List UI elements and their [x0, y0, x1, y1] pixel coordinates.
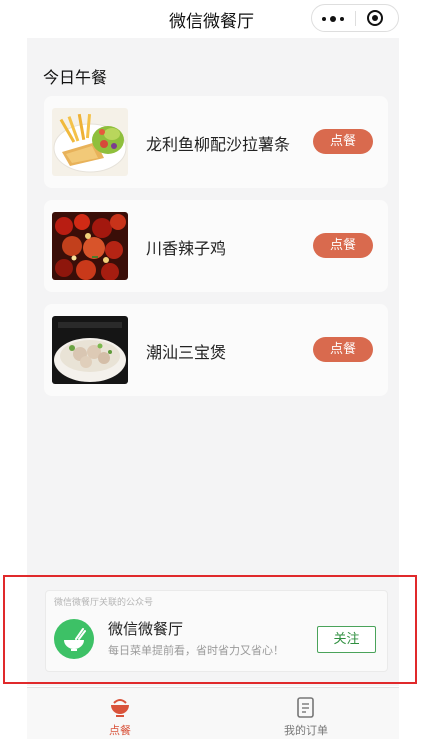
dish-name: 潮汕三宝煲	[146, 343, 227, 362]
more-options-icon[interactable]	[322, 16, 346, 22]
bowl-icon	[110, 697, 130, 719]
miniprogram-capsule	[311, 4, 399, 32]
close-miniprogram-icon[interactable]	[367, 10, 383, 26]
order-button[interactable]: 点餐	[313, 337, 373, 362]
menu-item: 川香辣子鸡 点餐	[44, 200, 388, 292]
dish-name: 川香辣子鸡	[146, 239, 227, 258]
noodle-bowl-icon	[54, 619, 94, 659]
dish-photo	[52, 316, 128, 384]
order-button[interactable]: 点餐	[313, 233, 373, 258]
tab-label: 我的订单	[284, 724, 328, 737]
section-title: 今日午餐	[43, 68, 108, 87]
dish-photo	[52, 212, 128, 280]
follow-button[interactable]: 关注	[317, 626, 376, 653]
document-icon	[296, 697, 316, 719]
navigation-bar: 微信微餐厅	[0, 0, 423, 38]
official-account-name: 微信微餐厅	[108, 620, 184, 638]
tab-label: 点餐	[109, 724, 131, 737]
capsule-divider	[355, 11, 356, 26]
dish-photo	[52, 108, 128, 176]
official-account-card[interactable]: 微信微餐厅关联的公众号 微信微餐厅 每日菜单提前看，省时省力又省心！ 关注	[45, 590, 388, 672]
tab-order[interactable]: 点餐	[27, 688, 213, 740]
order-button[interactable]: 点餐	[313, 129, 373, 154]
official-account-description: 每日菜单提前看，省时省力又省心！	[108, 644, 284, 657]
dish-name: 龙利鱼柳配沙拉薯条	[146, 135, 291, 154]
menu-item: 龙利鱼柳配沙拉薯条 点餐	[44, 96, 388, 188]
menu-item: 潮汕三宝煲 点餐	[44, 304, 388, 396]
tab-bar: 点餐 我的订单	[27, 687, 399, 739]
official-account-caption: 微信微餐厅关联的公众号	[54, 598, 154, 608]
tab-my-orders[interactable]: 我的订单	[213, 688, 399, 740]
